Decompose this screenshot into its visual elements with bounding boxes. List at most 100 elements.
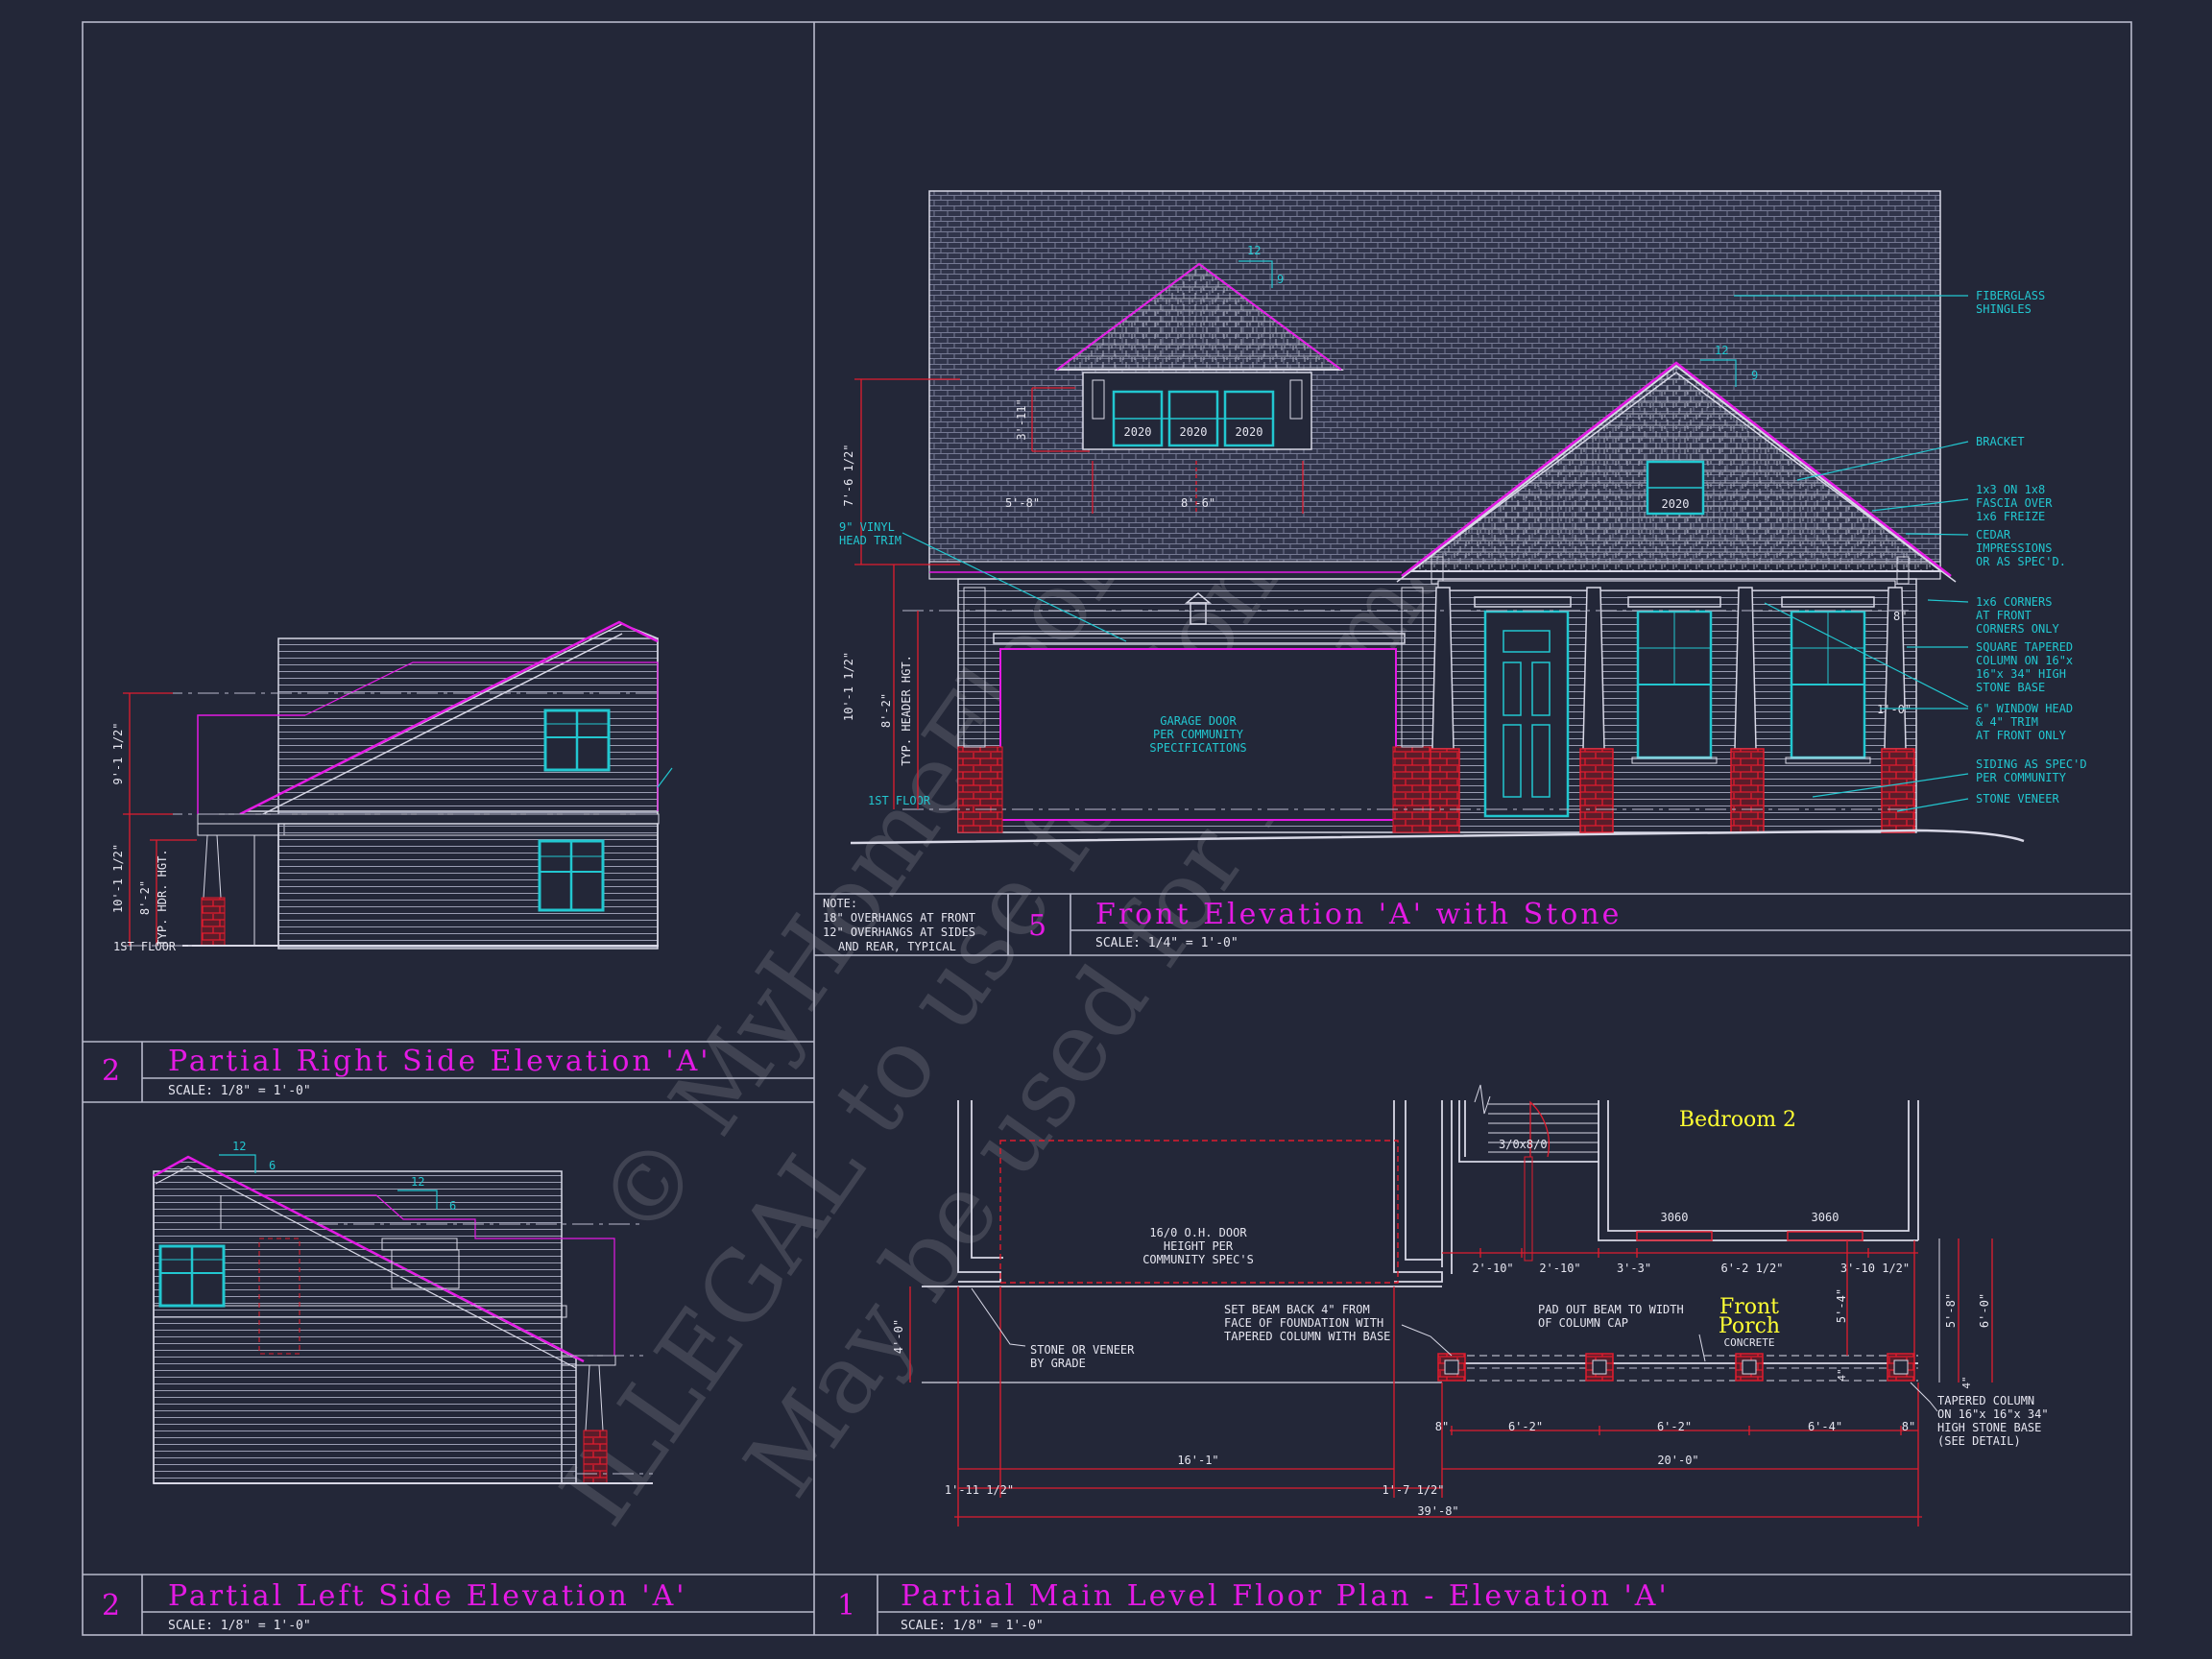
dim-col: 6'-2" [1657, 1420, 1692, 1433]
door-tag: 3/0x8/0 [1499, 1138, 1548, 1151]
dim-porch-depth: 5'-4" [1835, 1288, 1848, 1323]
porch-window [1781, 596, 1875, 764]
pitch-run: 12 [1715, 344, 1728, 357]
dim-hdr: 8'-2" [138, 880, 152, 915]
panel-title: Partial Left Side Elevation 'A' [168, 1579, 687, 1613]
dim-mid: 1'-7 1/2" [1382, 1483, 1444, 1497]
panel-scale: SCALE: 1/8" = 1'-0" [168, 1619, 311, 1633]
drawing-sheet: © MyHomeFloorPlans ILLEGAL to use for Co… [82, 21, 2132, 1636]
pitch-rise: 6 [449, 1199, 456, 1213]
dim-right2: 6'-0" [1978, 1293, 1991, 1328]
room-label: Bedroom 2 [1679, 1108, 1796, 1132]
stone-base [957, 746, 1003, 833]
garage-door-note: GARAGE DOOR [1160, 714, 1237, 728]
garage-door-note: SPECIFICATIONS [1149, 741, 1246, 755]
garage-door-note: PER COMMUNITY [1153, 728, 1244, 741]
callout-cedar: OR AS SPEC'D. [1976, 555, 2066, 568]
callout-corners: 1x6 CORNERS [1976, 595, 2052, 609]
dim-small: 4" [1836, 1368, 1848, 1381]
garage-note: HEIGHT PER [1164, 1239, 1234, 1253]
note-stone: STONE OR VENEER [1030, 1343, 1135, 1357]
dim-top: 6'-2 1/2" [1720, 1262, 1783, 1275]
note-beam: TAPERED COLUMN WITH BASE [1224, 1330, 1390, 1343]
callout-vinyl-trim: 9" VINYL [839, 520, 895, 534]
callout-shingles: SHINGLES [1976, 302, 2032, 316]
dim-top: 3'-10 1/2" [1840, 1262, 1910, 1275]
panel-number: 2 [102, 1589, 120, 1623]
floor-label: 1ST FLOOR [113, 940, 177, 953]
callout-column: STONE BASE [1976, 681, 2045, 694]
panel-scale: SCALE: 1/4" = 1'-0" [1095, 936, 1238, 950]
callout-fascia: FASCIA OVER [1976, 496, 2053, 510]
callout-corners: AT FRONT [1976, 609, 2032, 622]
callout-stone: STONE VENEER [1976, 792, 2059, 805]
right-side-elevation: 9'-1 1/2" 10'-1 1/2" 8'-2" TYP. HDR. HGT… [111, 620, 673, 953]
dim-col: 6'-2" [1508, 1420, 1543, 1433]
dim-hdr-height: 8'-2" [879, 693, 893, 728]
dim-top: 2'-10" [1472, 1262, 1513, 1275]
dim-porch: 20'-0" [1657, 1454, 1698, 1467]
note-column: (SEE DETAIL) [1937, 1434, 2021, 1448]
garage-note: COMMUNITY SPEC'S [1142, 1253, 1254, 1266]
dim-small: 4" [1960, 1376, 1973, 1388]
dim-depth: 4'-0" [892, 1319, 905, 1354]
dim-lower-height: 10'-1 1/2" [842, 652, 855, 721]
note-line: 18" OVERHANGS AT FRONT [823, 911, 975, 925]
panel-number: 5 [1028, 909, 1046, 943]
dim-dormer-width: 8'-6" [1181, 496, 1215, 510]
dim-right1: 5'-8" [1944, 1293, 1958, 1328]
dim-height-lower: 10'-1 1/2" [111, 844, 125, 913]
note-pad: OF COLUMN CAP [1538, 1316, 1628, 1330]
pitch-rise: 9 [1277, 273, 1284, 286]
callout-shingles: FIBERGLASS [1976, 289, 2045, 302]
callout-cedar: CEDAR [1976, 528, 2011, 541]
panel-number: 1 [837, 1589, 855, 1623]
title-floor-plan: 1 Partial Main Level Floor Plan - Elevat… [837, 1579, 1670, 1633]
front-elevation: 2020 2020 2020 12 9 2020 12 9 GARAGE DOO… [839, 190, 2087, 845]
callout-window-head: & 4" TRIM [1976, 715, 2038, 729]
callout-window-head: AT FRONT ONLY [1976, 729, 2067, 742]
callout-fascia: 1x6 FREIZE [1976, 510, 2045, 523]
note-column: HIGH STONE BASE [1937, 1421, 2041, 1434]
callout-window-head: 6" WINDOW HEAD [1976, 702, 2073, 715]
dim-side-small2: 1'-0" [1877, 703, 1911, 716]
callout-corners: CORNERS ONLY [1976, 622, 2059, 636]
pitch-rise: 6 [269, 1159, 276, 1172]
window-tag: 2020 [1180, 425, 1208, 439]
dim-total: 39'-8" [1417, 1504, 1458, 1518]
title-right-side: 2 Partial Right Side Elevation 'A' SCALE… [102, 1045, 708, 1098]
dim-upper-height: 7'-6 1/2" [842, 444, 855, 506]
note-stone: BY GRADE [1030, 1357, 1086, 1370]
panel-scale: SCALE: 1/8" = 1'-0" [168, 1084, 311, 1098]
title-left-side: 2 Partial Left Side Elevation 'A' SCALE:… [102, 1579, 687, 1633]
porch-label: Porch [1719, 1314, 1780, 1338]
dim-hdr-label: TYP. HEADER HGT. [900, 655, 913, 766]
dim-hdr-label: TYP. HDR. HGT. [156, 849, 169, 946]
note-beam: SET BEAM BACK 4" FROM [1224, 1303, 1370, 1316]
panel-number: 2 [102, 1054, 120, 1088]
window-tag: 3060 [1661, 1211, 1689, 1224]
pitch-run: 12 [411, 1175, 424, 1189]
note-beam: FACE OF FOUNDATION WITH [1224, 1316, 1383, 1330]
panel-title: Partial Main Level Floor Plan - Elevatio… [901, 1579, 1670, 1613]
callout-column: 16"x 34" HIGH [1976, 667, 2066, 681]
pitch-run: 12 [232, 1140, 246, 1153]
note-line: AND REAR, TYPICAL [838, 940, 956, 953]
callout-siding: SIDING AS SPEC'D [1976, 757, 2087, 771]
dim-left: 1'-11 1/2" [945, 1483, 1014, 1497]
panel-title: Front Elevation 'A' with Stone [1095, 898, 1622, 931]
panel-scale: SCALE: 1/8" = 1'-0" [901, 1619, 1044, 1633]
note-heading: NOTE: [823, 897, 857, 910]
window-tag: 2020 [1662, 497, 1690, 511]
front-door [1483, 610, 1570, 818]
dim-col: 8" [1435, 1420, 1449, 1433]
dim-col: 6'-4" [1808, 1420, 1842, 1433]
porch-window [1627, 596, 1721, 764]
note-column: TAPERED COLUMN [1937, 1394, 2034, 1407]
window-tag: 3060 [1812, 1211, 1839, 1224]
pitch-run: 12 [1247, 244, 1261, 257]
callout-bracket: BRACKET [1976, 435, 2025, 448]
callout-fascia: 1x3 ON 1x8 [1976, 483, 2045, 496]
dim-garage: 16'-1" [1177, 1454, 1218, 1467]
note-column: ON 16"x 16"x 34" [1937, 1407, 2049, 1421]
